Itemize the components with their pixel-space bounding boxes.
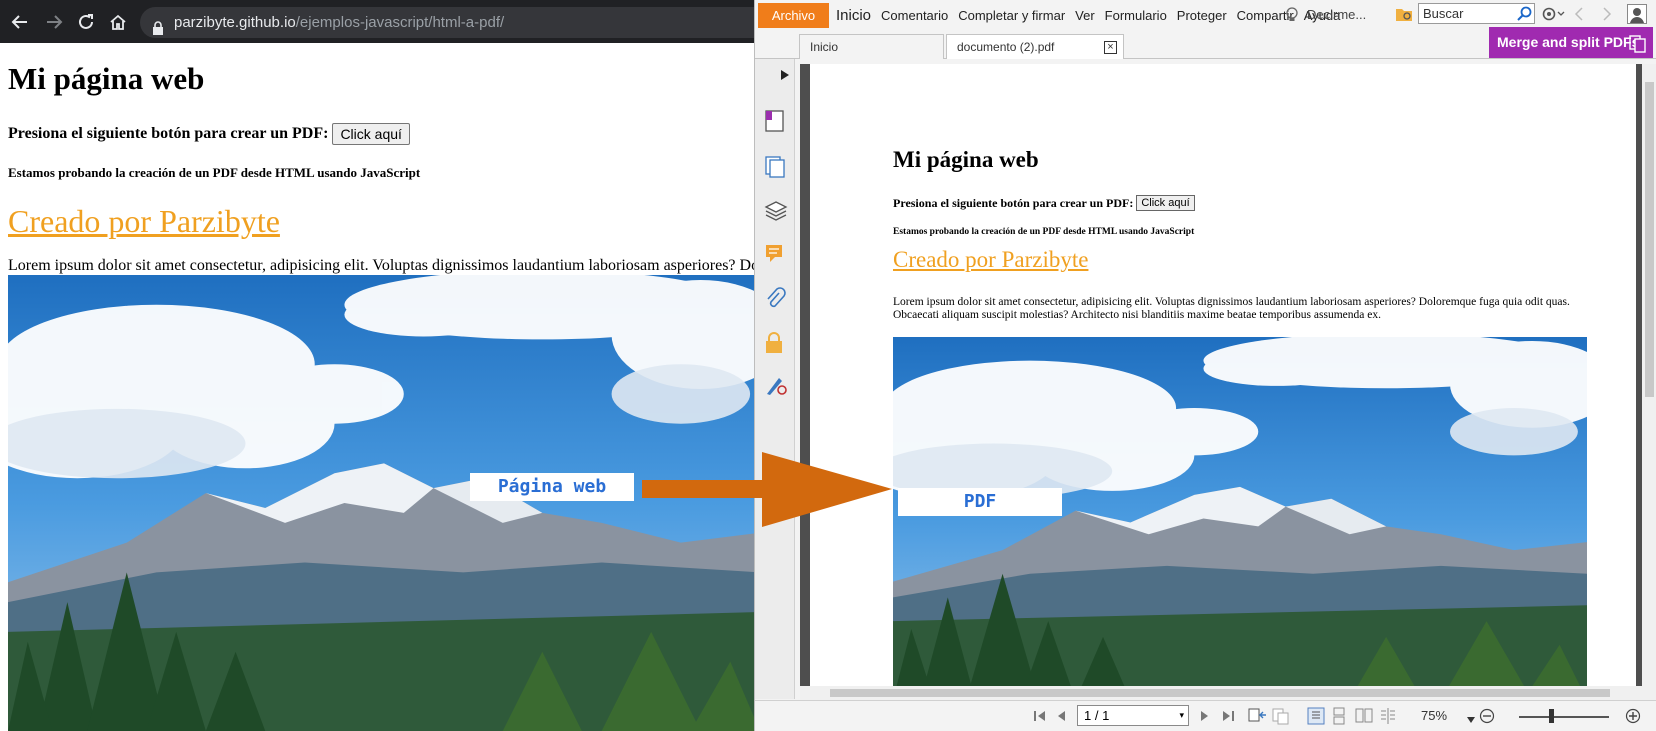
comments-icon[interactable] [764,243,788,270]
address-bar[interactable]: parzibyte.github.io/ejemplos-javascript/… [140,7,760,38]
page-heading: Mi página web [8,61,205,96]
page-dropdown-icon[interactable]: ▾ [1179,706,1184,725]
forward-arrow-icon[interactable] [40,8,68,36]
lightbulb-icon [1285,7,1299,26]
pdf-page: Mi página web Presiona el siguiente botó… [810,64,1636,700]
page-number-input[interactable]: 1 / 1 ▾ [1077,705,1189,726]
zoom-in-icon[interactable] [1625,708,1641,729]
pdf-paragraph: Lorem ipsum dolor sit amet consectetur, … [893,296,1570,321]
pdf-heading: Mi página web [893,147,1039,172]
user-account-icon[interactable] [1627,4,1647,29]
merge-split-text: Merge and split PDFs [1497,34,1640,50]
web-page-content: Mi página web Presiona el siguiente botó… [0,43,760,731]
document-viewport: Mi página web Presiona el siguiente botó… [800,64,1642,700]
web-page-label: Página web [470,473,634,501]
bookmark-page-icon[interactable] [764,109,786,138]
merge-split-banner[interactable]: Merge and split PDFs [1489,27,1653,58]
tab-inicio-label: Inicio [810,40,839,54]
next-view-icon[interactable] [1271,707,1291,730]
page-number-value: 1 / 1 [1084,708,1110,723]
nav-forward-icon[interactable] [1601,6,1613,27]
create-pdf-button[interactable]: Click aquí [332,123,410,145]
browser-toolbar: parzibyte.github.io/ejemplos-javascript/… [0,0,760,43]
expand-panel-icon[interactable] [781,67,789,85]
facing-view-icon[interactable] [1355,707,1373,730]
url-path: /ejemplos-javascript/html-a-pdf/ [295,14,505,31]
tab-inicio[interactable]: Inicio [799,34,944,59]
create-pdf-prompt: Presiona el siguiente botón para crear u… [8,123,410,145]
search-placeholder: Buscar [1423,6,1464,21]
zoom-out-icon[interactable] [1479,708,1495,729]
menu-formulario[interactable]: Formulario [1100,8,1172,23]
url-host: parzibyte.github.io [174,14,296,31]
continuous-facing-view-icon[interactable] [1379,707,1397,730]
pdf-author-link[interactable]: Creado por Parzibyte [893,247,1088,273]
status-bar: 1 / 1 ▾ 75% [755,700,1656,731]
zoom-slider-track[interactable] [1519,716,1609,718]
next-page-icon[interactable] [1199,709,1211,728]
pdf-label: PDF [898,488,1062,516]
zoom-dropdown-icon[interactable] [1467,710,1475,728]
vertical-scroll-thumb[interactable] [1645,82,1654,397]
side-panel [755,59,795,699]
lorem-paragraph: Lorem ipsum dolor sit amet consectetur, … [8,257,760,274]
conversion-arrow-icon [642,452,892,527]
author-link[interactable]: Creado por Parzibyte [8,203,280,240]
pdf-mountain-photo [893,337,1587,700]
horizontal-scrollbar[interactable] [800,686,1642,700]
close-tab-icon[interactable]: × [1104,41,1117,54]
folder-search-icon[interactable] [1395,6,1413,27]
pdf-prompt: Presiona el siguiente botón para crear u… [893,195,1195,211]
pdf-reader-window: Archivo Inicio Comentario Completar y fi… [754,0,1656,731]
pdf-prompt-text: Presiona el siguiente botón para crear u… [893,195,1134,210]
menu-inicio[interactable]: Inicio [831,7,876,24]
horizontal-scroll-thumb[interactable] [830,689,1610,697]
menu-completar-firmar[interactable]: Completar y firmar [953,8,1070,23]
tell-me-text: Decirme... [1307,7,1367,22]
continuous-view-icon[interactable] [1331,707,1347,730]
browser-window: parzibyte.github.io/ejemplos-javascript/… [0,0,760,731]
previous-view-icon[interactable] [1247,707,1267,730]
prompt-text: Presiona el siguiente botón para crear u… [8,125,329,142]
tab-document-label: documento (2).pdf [957,40,1055,54]
vertical-scrollbar[interactable] [1642,64,1656,700]
file-menu[interactable]: Archivo [758,3,829,28]
pdf-subheading: Estamos probando la creación de un PDF d… [893,227,1195,237]
attachments-icon[interactable] [764,287,786,316]
menu-comentario[interactable]: Comentario [876,8,953,23]
nav-back-icon[interactable] [1573,6,1585,27]
last-page-icon[interactable] [1221,709,1235,728]
menu-proteger[interactable]: Proteger [1172,8,1232,23]
settings-gear-icon[interactable] [1541,6,1565,27]
tell-me-box[interactable]: Decirme... [1286,7,1367,22]
lock-icon [152,15,164,38]
page-thumbnails-icon[interactable] [764,155,786,184]
pdf-button-image: Click aquí [1136,195,1195,211]
zoom-level[interactable]: 75% [1421,708,1447,723]
reload-icon[interactable] [72,8,100,36]
page-subheading: Estamos probando la creación de un PDF d… [8,165,421,180]
tab-document[interactable]: documento (2).pdf × [946,34,1124,59]
previous-page-icon[interactable] [1055,709,1067,728]
zoom-slider-handle[interactable] [1549,709,1554,723]
home-icon[interactable] [104,8,132,36]
search-input[interactable]: Buscar [1418,3,1535,24]
merge-split-icon [1629,33,1647,64]
back-arrow-icon[interactable] [6,8,34,36]
first-page-icon[interactable] [1033,709,1047,728]
security-lock-icon[interactable] [764,331,784,360]
single-page-view-icon[interactable] [1307,707,1325,730]
signature-tools-icon[interactable] [764,373,788,402]
layers-icon[interactable] [764,199,788,226]
search-icon[interactable] [1517,6,1532,26]
menu-ver[interactable]: Ver [1070,8,1100,23]
